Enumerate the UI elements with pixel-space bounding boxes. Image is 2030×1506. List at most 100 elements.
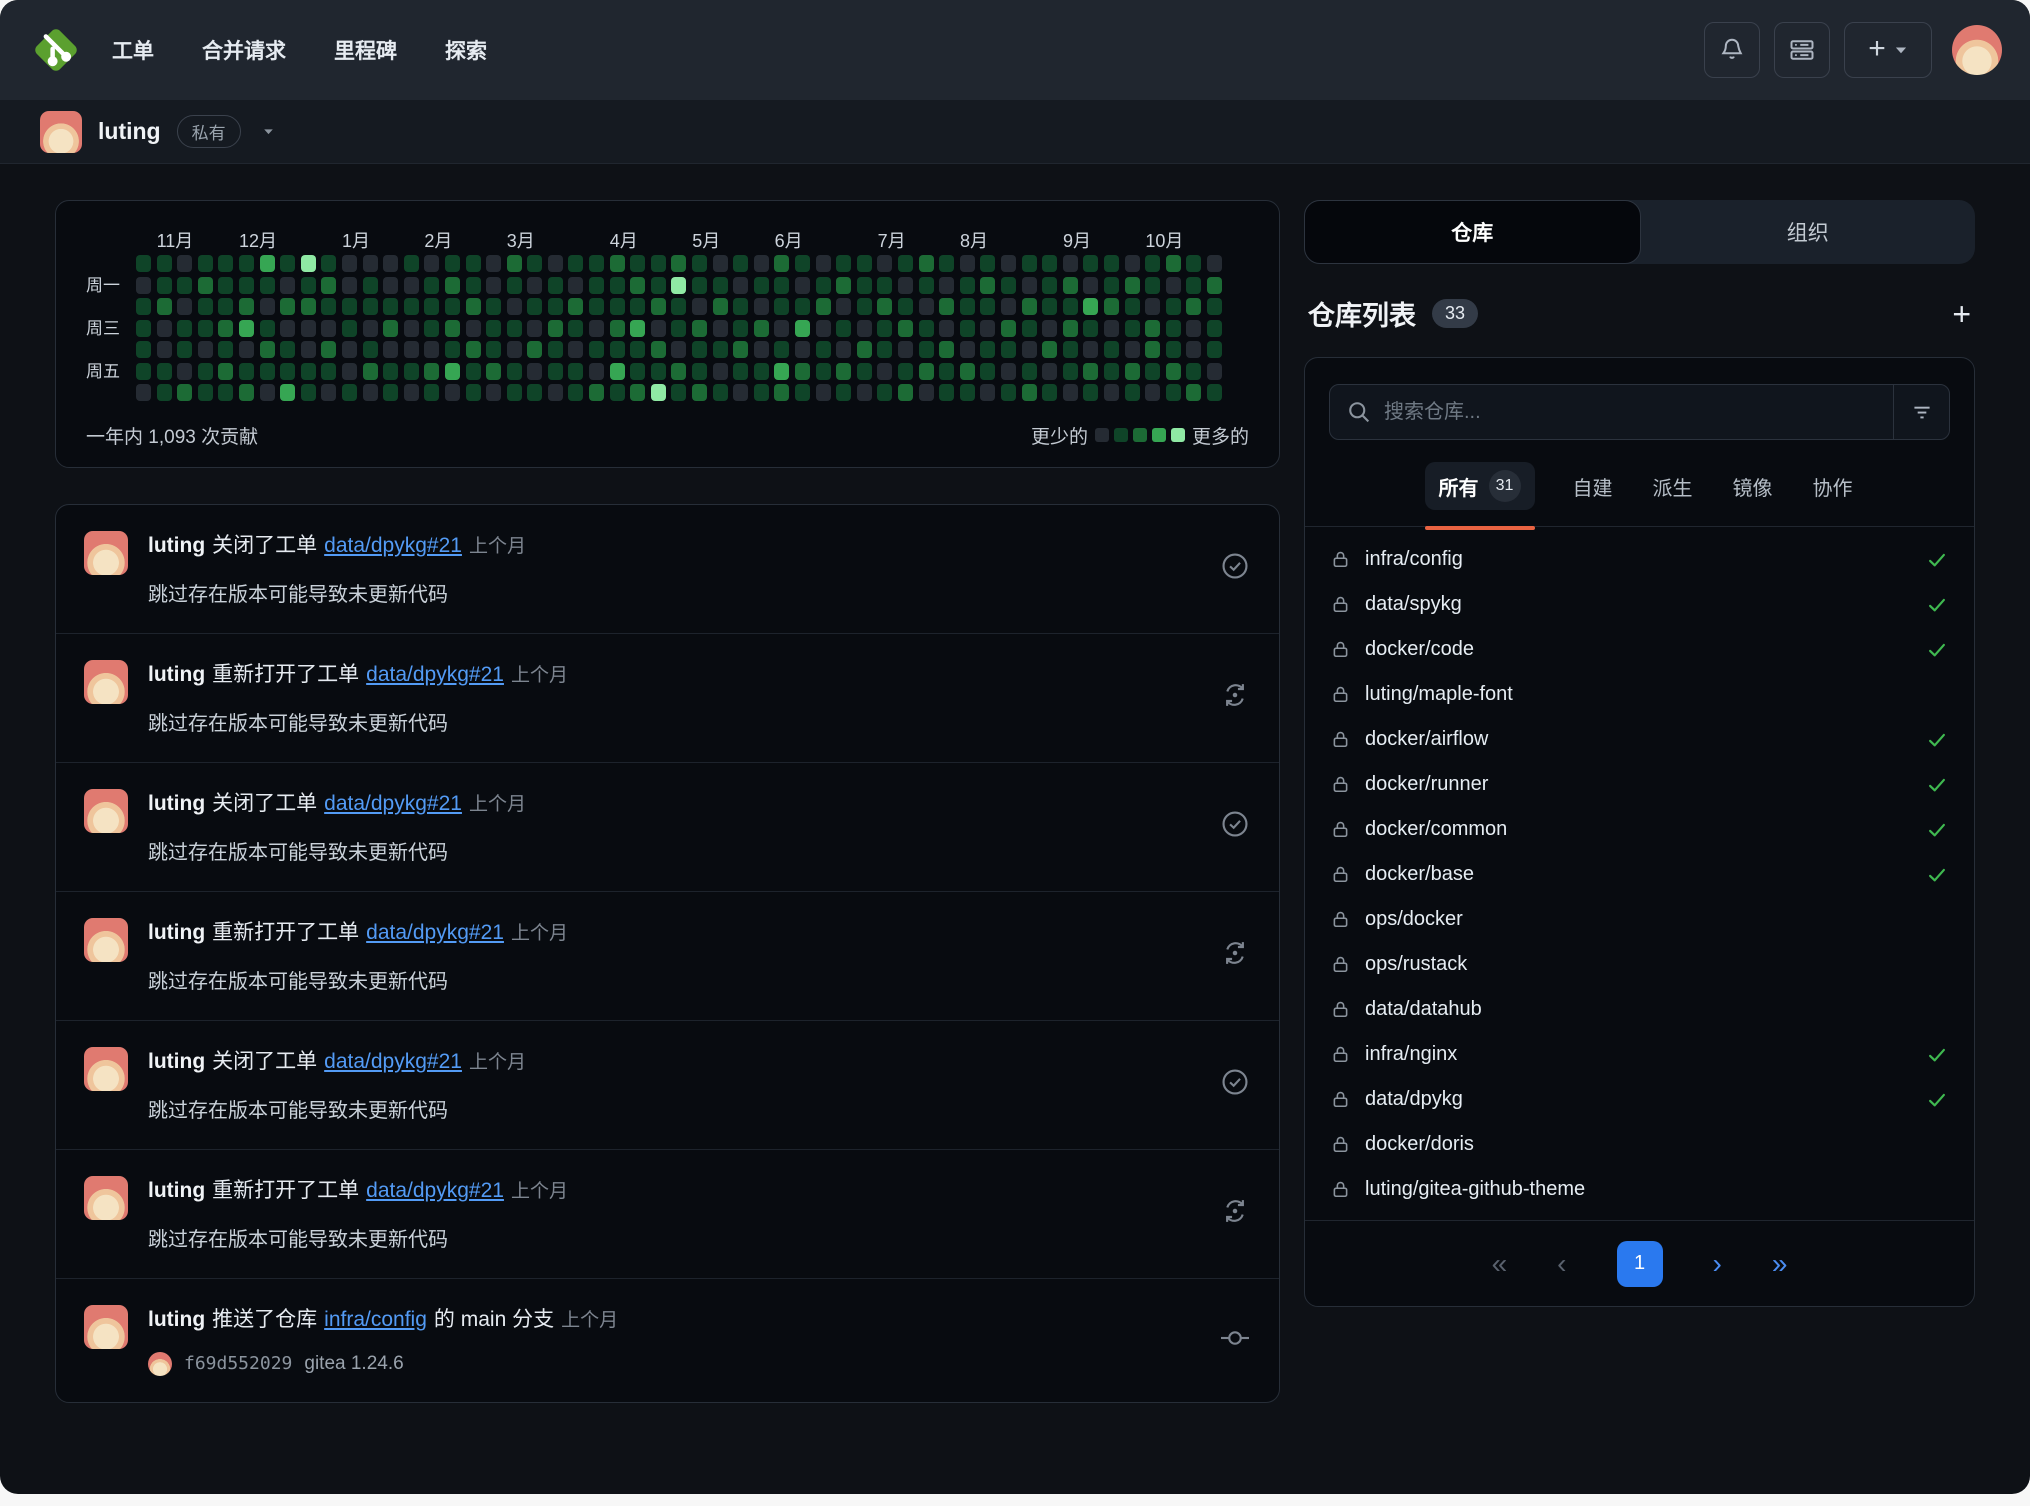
feed-avatar[interactable] <box>84 1176 128 1220</box>
feed-target-link[interactable]: data/dpykg#21 <box>324 1050 462 1073</box>
feed-username-link[interactable]: luting <box>148 1179 205 1202</box>
feed-target-link[interactable]: infra/config <box>324 1308 427 1331</box>
lock-icon <box>1331 910 1350 929</box>
admin-panel-button[interactable] <box>1774 22 1830 78</box>
heatmap-cell <box>157 320 172 337</box>
legend-more-label: 更多的 <box>1192 422 1249 449</box>
heatmap-cell <box>466 277 481 294</box>
repo-row[interactable]: infra/config <box>1305 537 1974 582</box>
feed-avatar[interactable] <box>84 789 128 833</box>
heatmap-cell <box>280 341 295 358</box>
commit-sha-link[interactable]: f69d552029 <box>184 1353 292 1374</box>
repo-row[interactable]: data/datahub <box>1305 987 1974 1032</box>
heatmap-cell <box>630 255 645 272</box>
feed-target-link[interactable]: data/dpykg#21 <box>324 792 462 815</box>
nav-item-0[interactable]: 工单 <box>112 35 154 65</box>
nav-item-3[interactable]: 探索 <box>445 35 487 65</box>
repo-row[interactable]: ops/docker <box>1305 897 1974 942</box>
feed-target-link[interactable]: data/dpykg#21 <box>366 921 504 944</box>
heatmap-cell <box>1125 298 1140 315</box>
tab-organizations[interactable]: 组织 <box>1641 200 1976 264</box>
heatmap-cell <box>239 298 254 315</box>
add-repo-button[interactable]: + <box>1952 298 1971 330</box>
commit-author-avatar[interactable] <box>148 1352 172 1376</box>
next-page-button[interactable]: › <box>1713 1250 1722 1278</box>
heatmap-cell <box>816 277 831 294</box>
repo-row[interactable]: ops/rustack <box>1305 942 1974 987</box>
feed-target-link[interactable]: data/dpykg#21 <box>324 534 462 557</box>
heatmap-cell <box>919 255 934 272</box>
filter-tab-count: 31 <box>1489 470 1521 502</box>
repo-row[interactable]: data/spykg <box>1305 582 1974 627</box>
heatmap-cell <box>218 384 233 401</box>
repo-row[interactable]: docker/base <box>1305 852 1974 897</box>
heatmap-cell <box>424 277 439 294</box>
heatmap-month-label: 9月 <box>1063 227 1091 253</box>
feed-username-link[interactable]: luting <box>148 534 205 557</box>
feed-target-link[interactable]: data/dpykg#21 <box>366 663 504 686</box>
feed-username-link[interactable]: luting <box>148 1050 205 1073</box>
profile-username[interactable]: luting <box>98 118 161 145</box>
heatmap-cell <box>280 363 295 380</box>
prev-page-button[interactable]: ‹ <box>1557 1250 1566 1278</box>
current-page-button[interactable]: 1 <box>1617 1241 1663 1287</box>
repo-row[interactable]: luting/maple-font <box>1305 672 1974 717</box>
feed-username-link[interactable]: luting <box>148 792 205 815</box>
heatmap-cell <box>1083 320 1098 337</box>
repo-row[interactable]: data/dpykg <box>1305 1077 1974 1122</box>
first-page-button[interactable]: « <box>1492 1250 1508 1278</box>
heatmap-cell <box>548 277 563 294</box>
heatmap-cell <box>177 384 192 401</box>
feed-username-link[interactable]: luting <box>148 921 205 944</box>
heatmap-cell <box>1083 255 1098 272</box>
feed-headline: luting重新打开了工单data/dpykg#21上个月 <box>148 660 1187 691</box>
repo-row[interactable]: docker/doris <box>1305 1122 1974 1167</box>
heatmap-cell <box>939 341 954 358</box>
notifications-button[interactable] <box>1704 22 1760 78</box>
filter-tab-3[interactable]: 镜像 <box>1731 464 1775 509</box>
repo-row[interactable]: docker/airflow <box>1305 717 1974 762</box>
heatmap-cell <box>630 277 645 294</box>
heatmap-cell <box>527 363 542 380</box>
feed-username-link[interactable]: luting <box>148 1308 205 1331</box>
last-page-button[interactable]: » <box>1772 1250 1788 1278</box>
feed-target-link[interactable]: data/dpykg#21 <box>366 1179 504 1202</box>
nav-item-1[interactable]: 合并请求 <box>202 35 286 65</box>
issue-reopened-icon <box>1219 937 1251 974</box>
repo-row[interactable]: docker/code <box>1305 627 1974 672</box>
repo-row[interactable]: infra/nginx <box>1305 1032 1974 1077</box>
heatmap-cell <box>610 363 625 380</box>
feed-username-link[interactable]: luting <box>148 663 205 686</box>
heatmap-cell <box>651 320 666 337</box>
nav-item-2[interactable]: 里程碑 <box>334 35 397 65</box>
user-avatar[interactable] <box>1952 25 2002 75</box>
gitea-logo[interactable] <box>28 22 84 78</box>
profile-avatar[interactable] <box>40 111 82 153</box>
profile-header: luting 私有 <box>0 100 2030 164</box>
feed-avatar[interactable] <box>84 660 128 704</box>
repo-row[interactable]: luting/gitea-github-theme <box>1305 1167 1974 1212</box>
repo-search-input[interactable] <box>1329 384 1950 440</box>
feed-avatar[interactable] <box>84 1047 128 1091</box>
create-new-button[interactable]: + <box>1844 22 1932 78</box>
repo-row[interactable]: docker/runner <box>1305 762 1974 807</box>
heatmap-cell <box>1083 384 1098 401</box>
filter-tab-2[interactable]: 派生 <box>1651 464 1695 509</box>
heatmap-cell <box>507 277 522 294</box>
filter-tab-4[interactable]: 协作 <box>1811 464 1855 509</box>
heatmap-cell <box>980 363 995 380</box>
heatmap-cell <box>898 384 913 401</box>
profile-dropdown[interactable] <box>261 124 276 139</box>
heatmap-cell <box>260 255 275 272</box>
tab-repositories[interactable]: 仓库 <box>1304 200 1641 264</box>
heatmap-cell <box>198 320 213 337</box>
repo-filter-button[interactable] <box>1893 385 1949 439</box>
filter-tab-0[interactable]: 所有31 <box>1425 462 1535 510</box>
feed-avatar[interactable] <box>84 531 128 575</box>
filter-tab-1[interactable]: 自建 <box>1571 464 1615 509</box>
heatmap-cell <box>816 341 831 358</box>
feed-avatar[interactable] <box>84 918 128 962</box>
feed-avatar[interactable] <box>84 1305 128 1349</box>
heatmap-cell <box>507 363 522 380</box>
repo-row[interactable]: docker/common <box>1305 807 1974 852</box>
